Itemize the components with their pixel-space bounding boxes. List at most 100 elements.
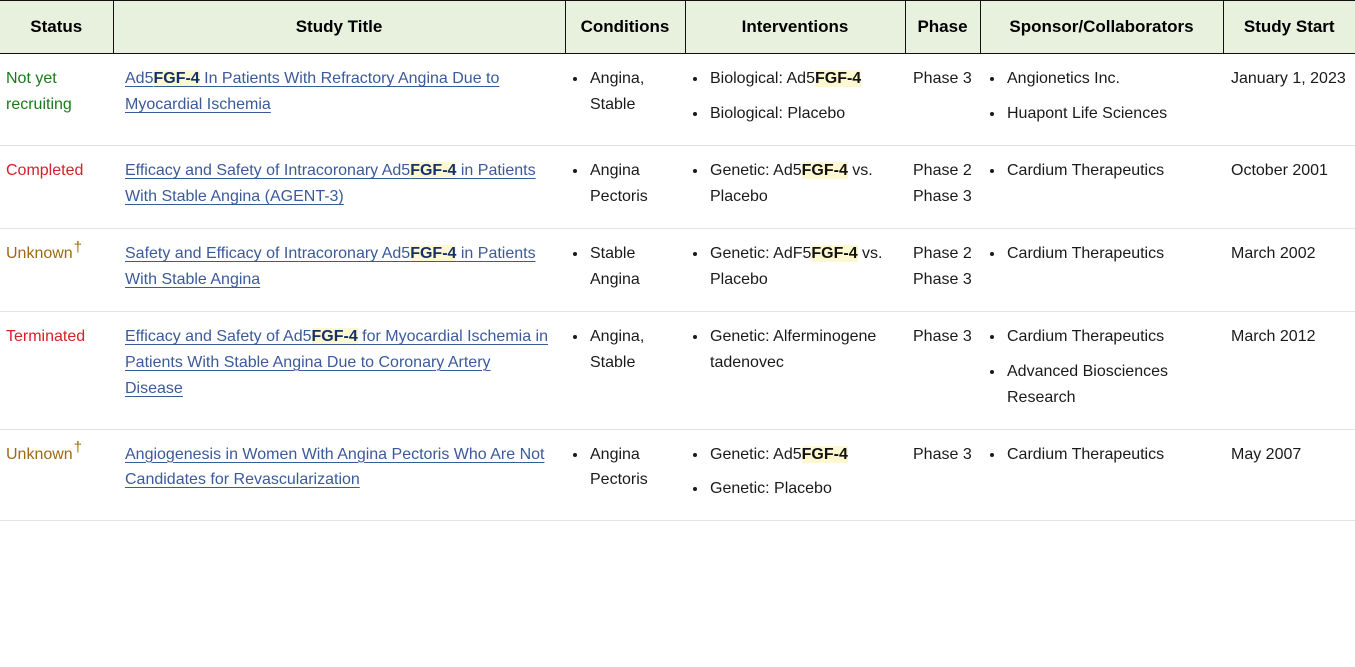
table-body: Not yet recruiting Ad5FGF-4 In Patients W…	[0, 53, 1355, 522]
list-item: Genetic: Placebo	[708, 476, 901, 502]
phase-value: Phase 3	[913, 270, 972, 288]
list-item: Cardium Therapeutics	[1005, 158, 1219, 184]
cell-interventions: Genetic: Alferminogene tadenovec	[685, 311, 905, 430]
unknown-status-dagger-icon: †	[73, 439, 83, 457]
sponsors-list: Cardium Therapeutics	[988, 442, 1219, 468]
study-title-link[interactable]: Efficacy and Safety of Ad5FGF-4 for Myoc…	[125, 327, 548, 397]
list-item: Cardium Therapeutics	[1005, 241, 1219, 267]
study-title-link[interactable]: Ad5FGF-4 In Patients With Refractory Ang…	[125, 70, 499, 113]
cell-study-start: March 2012	[1223, 311, 1355, 430]
cell-conditions: Angina Pectoris	[565, 145, 685, 230]
table-row: Unknown† Angiogenesis in Women With Angin…	[0, 429, 1355, 522]
phase-value: Phase 3	[913, 445, 972, 463]
list-item: Angionetics Inc.	[1005, 66, 1219, 92]
column-header-phase[interactable]: Phase	[904, 0, 981, 55]
cell-phase: Phase 3	[905, 53, 980, 147]
cell-status: Not yet recruiting	[0, 53, 113, 147]
interventions-list: Genetic: Alferminogene tadenovec	[691, 324, 901, 376]
cell-conditions: Angina Pectoris	[565, 429, 685, 522]
column-header-status[interactable]: Status	[0, 0, 114, 55]
list-item: Angina Pectoris	[588, 442, 681, 494]
cell-sponsor-collaborators: Cardium Therapeutics	[980, 429, 1223, 522]
sponsors-list: Angionetics Inc. Huapont Life Sciences	[988, 66, 1219, 127]
status-badge: Not yet recruiting	[6, 70, 72, 114]
cell-study-start: March 2002	[1223, 228, 1355, 312]
cell-phase: Phase 2 Phase 3	[905, 145, 980, 230]
cell-conditions: Angina, Stable	[565, 53, 685, 147]
cell-interventions: Biological: Ad5FGF-4 Biological: Placebo	[685, 53, 905, 147]
study-title-link[interactable]: Safety and Efficacy of Intracoronary Ad5…	[125, 245, 536, 288]
list-item: Cardium Therapeutics	[1005, 324, 1219, 350]
interventions-list: Genetic: AdF5FGF-4 vs. Placebo	[691, 241, 901, 293]
cell-study-start: January 1, 2023	[1223, 53, 1355, 147]
highlighted-term: FGF-4	[410, 162, 457, 180]
cell-status: Unknown†	[0, 429, 113, 522]
list-item: Stable Angina	[588, 241, 681, 293]
table-row: Terminated Efficacy and Safety of Ad5FGF-…	[0, 311, 1355, 430]
sponsors-list: Cardium Therapeutics Advanced Biosciences…	[988, 324, 1219, 411]
interventions-list: Genetic: Ad5FGF-4 Genetic: Placebo	[691, 442, 901, 503]
cell-conditions: Stable Angina	[565, 228, 685, 312]
sponsors-list: Cardium Therapeutics	[988, 158, 1219, 184]
highlighted-term: FGF-4	[311, 327, 358, 345]
cell-study-start: May 2007	[1223, 429, 1355, 522]
list-item: Huapont Life Sciences	[1005, 101, 1219, 127]
list-item: Genetic: Alferminogene tadenovec	[708, 324, 901, 376]
list-item: Angina Pectoris	[588, 158, 681, 210]
list-item: Genetic: Ad5FGF-4	[708, 442, 901, 468]
phase-value: Phase 2	[913, 162, 972, 180]
highlighted-term: FGF-4	[801, 162, 848, 180]
interventions-list: Genetic: Ad5FGF-4 vs. Placebo	[691, 158, 901, 210]
cell-status: Completed	[0, 145, 113, 230]
status-badge: Terminated	[6, 327, 86, 345]
cell-study-title: Angiogenesis in Women With Angina Pector…	[113, 429, 565, 522]
conditions-list: Angina Pectoris	[571, 442, 681, 494]
cell-phase: Phase 3	[905, 429, 980, 522]
cell-phase: Phase 3	[905, 311, 980, 430]
list-item: Genetic: AdF5FGF-4 vs. Placebo	[708, 241, 901, 293]
cell-phase: Phase 2 Phase 3	[905, 228, 980, 312]
list-item: Angina, Stable	[588, 66, 681, 118]
cell-sponsor-collaborators: Angionetics Inc. Huapont Life Sciences	[980, 53, 1223, 147]
conditions-list: Stable Angina	[571, 241, 681, 293]
conditions-list: Angina, Stable	[571, 66, 681, 118]
conditions-list: Angina, Stable	[571, 324, 681, 376]
list-item: Biological: Ad5FGF-4	[708, 66, 901, 92]
clinical-trials-table: Status Study Title Conditions Interventi…	[0, 0, 1355, 522]
table-row: Unknown† Safety and Efficacy of Intracoro…	[0, 228, 1355, 312]
cell-interventions: Genetic: Ad5FGF-4 Genetic: Placebo	[685, 429, 905, 522]
highlighted-term: FGF-4	[801, 445, 848, 463]
cell-study-title: Ad5FGF-4 In Patients With Refractory Ang…	[113, 53, 565, 147]
list-item: Genetic: Ad5FGF-4 vs. Placebo	[708, 158, 901, 210]
phase-value: Phase 3	[913, 70, 972, 88]
column-header-study-title[interactable]: Study Title	[112, 0, 566, 55]
sponsors-list: Cardium Therapeutics	[988, 241, 1219, 267]
unknown-status-dagger-icon: †	[73, 238, 83, 256]
column-header-interventions[interactable]: Interventions	[684, 0, 906, 55]
conditions-list: Angina Pectoris	[571, 158, 681, 210]
cell-conditions: Angina, Stable	[565, 311, 685, 430]
list-item: Cardium Therapeutics	[1005, 442, 1219, 468]
cell-status: Unknown†	[0, 228, 113, 312]
study-title-link[interactable]: Angiogenesis in Women With Angina Pector…	[125, 446, 544, 489]
highlighted-term: FGF-4	[410, 245, 457, 263]
highlighted-term: FGF-4	[153, 70, 200, 88]
table-row: Completed Efficacy and Safety of Intracor…	[0, 145, 1355, 230]
column-header-conditions[interactable]: Conditions	[564, 0, 686, 55]
header-row: Status Study Title Conditions Interventi…	[0, 0, 1355, 55]
highlighted-term: FGF-4	[811, 245, 858, 263]
list-item: Biological: Placebo	[708, 101, 901, 127]
study-title-link[interactable]: Efficacy and Safety of Intracoronary Ad5…	[125, 162, 536, 205]
list-item: Advanced Biosciences Research	[1005, 359, 1219, 411]
column-header-study-start[interactable]: Study Start	[1222, 0, 1355, 55]
cell-sponsor-collaborators: Cardium Therapeutics	[980, 228, 1223, 312]
table-header: Status Study Title Conditions Interventi…	[0, 0, 1355, 55]
cell-interventions: Genetic: Ad5FGF-4 vs. Placebo	[685, 145, 905, 230]
cell-study-title: Efficacy and Safety of Intracoronary Ad5…	[113, 145, 565, 230]
cell-sponsor-collaborators: Cardium Therapeutics	[980, 145, 1223, 230]
list-item: Angina, Stable	[588, 324, 681, 376]
phase-value: Phase 3	[913, 327, 972, 345]
column-header-sponsor-collaborators[interactable]: Sponsor/Collaborators	[979, 0, 1224, 55]
cell-interventions: Genetic: AdF5FGF-4 vs. Placebo	[685, 228, 905, 312]
cell-study-title: Safety and Efficacy of Intracoronary Ad5…	[113, 228, 565, 312]
